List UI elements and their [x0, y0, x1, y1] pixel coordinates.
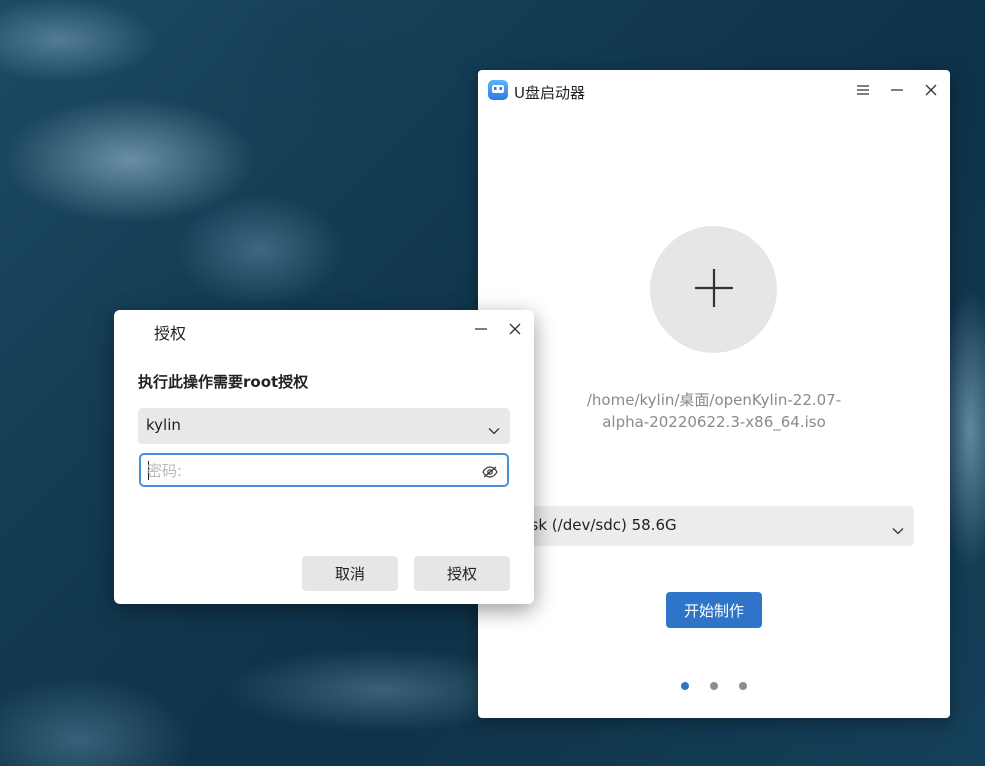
cancel-button[interactable]: 取消: [302, 556, 398, 591]
iso-file-path: /home/kylin/桌面/openKylin-22.07- alpha-20…: [548, 389, 880, 433]
page-dot-2[interactable]: [710, 682, 718, 690]
auth-message: 执行此操作需要root授权: [138, 373, 309, 391]
close-button[interactable]: [918, 78, 944, 102]
add-iso-button[interactable]: [650, 226, 777, 353]
app-title: U盘启动器: [514, 84, 585, 102]
plus-icon: [694, 268, 734, 312]
auth-dialog: 授权 执行此操作需要root授权 kylin 取消 授权: [114, 310, 534, 604]
page-dot-3[interactable]: [739, 682, 747, 690]
chevron-down-icon: [892, 520, 904, 539]
minimize-icon: [475, 324, 487, 334]
minimize-icon: [891, 85, 903, 95]
user-select-value: kylin: [146, 416, 181, 434]
iso-path-line-2: alpha-20220622.3-x86_64.iso: [602, 413, 826, 431]
dialog-close-button[interactable]: [502, 317, 528, 341]
dialog-title: 授权: [154, 324, 187, 343]
minimize-button[interactable]: [884, 78, 910, 102]
password-field-container: [139, 453, 509, 487]
close-icon: [925, 84, 937, 96]
eye-hidden-icon[interactable]: [482, 463, 498, 482]
page-dot-1[interactable]: [681, 682, 689, 690]
app-titlebar[interactable]: U盘启动器: [478, 70, 950, 110]
iso-path-line-1: /home/kylin/桌面/openKylin-22.07-: [586, 391, 842, 409]
menu-button[interactable]: [850, 78, 876, 102]
usb-boot-maker-window: U盘启动器 /home/kylin/桌面/openKylin-22.07- al…: [478, 70, 950, 718]
dialog-minimize-button[interactable]: [468, 317, 494, 341]
menu-icon: [857, 85, 869, 95]
app-logo-icon: [488, 80, 508, 100]
page-indicator: [681, 682, 747, 690]
authorize-button[interactable]: 授权: [414, 556, 510, 591]
user-select[interactable]: kylin: [138, 408, 510, 444]
chevron-down-icon: [488, 420, 500, 439]
close-icon: [509, 323, 521, 335]
start-button[interactable]: 开始制作: [666, 592, 762, 628]
password-input[interactable]: [147, 459, 467, 483]
usb-device-select[interactable]: Flash_Disk (/dev/sdc) 58.6G: [478, 506, 914, 546]
